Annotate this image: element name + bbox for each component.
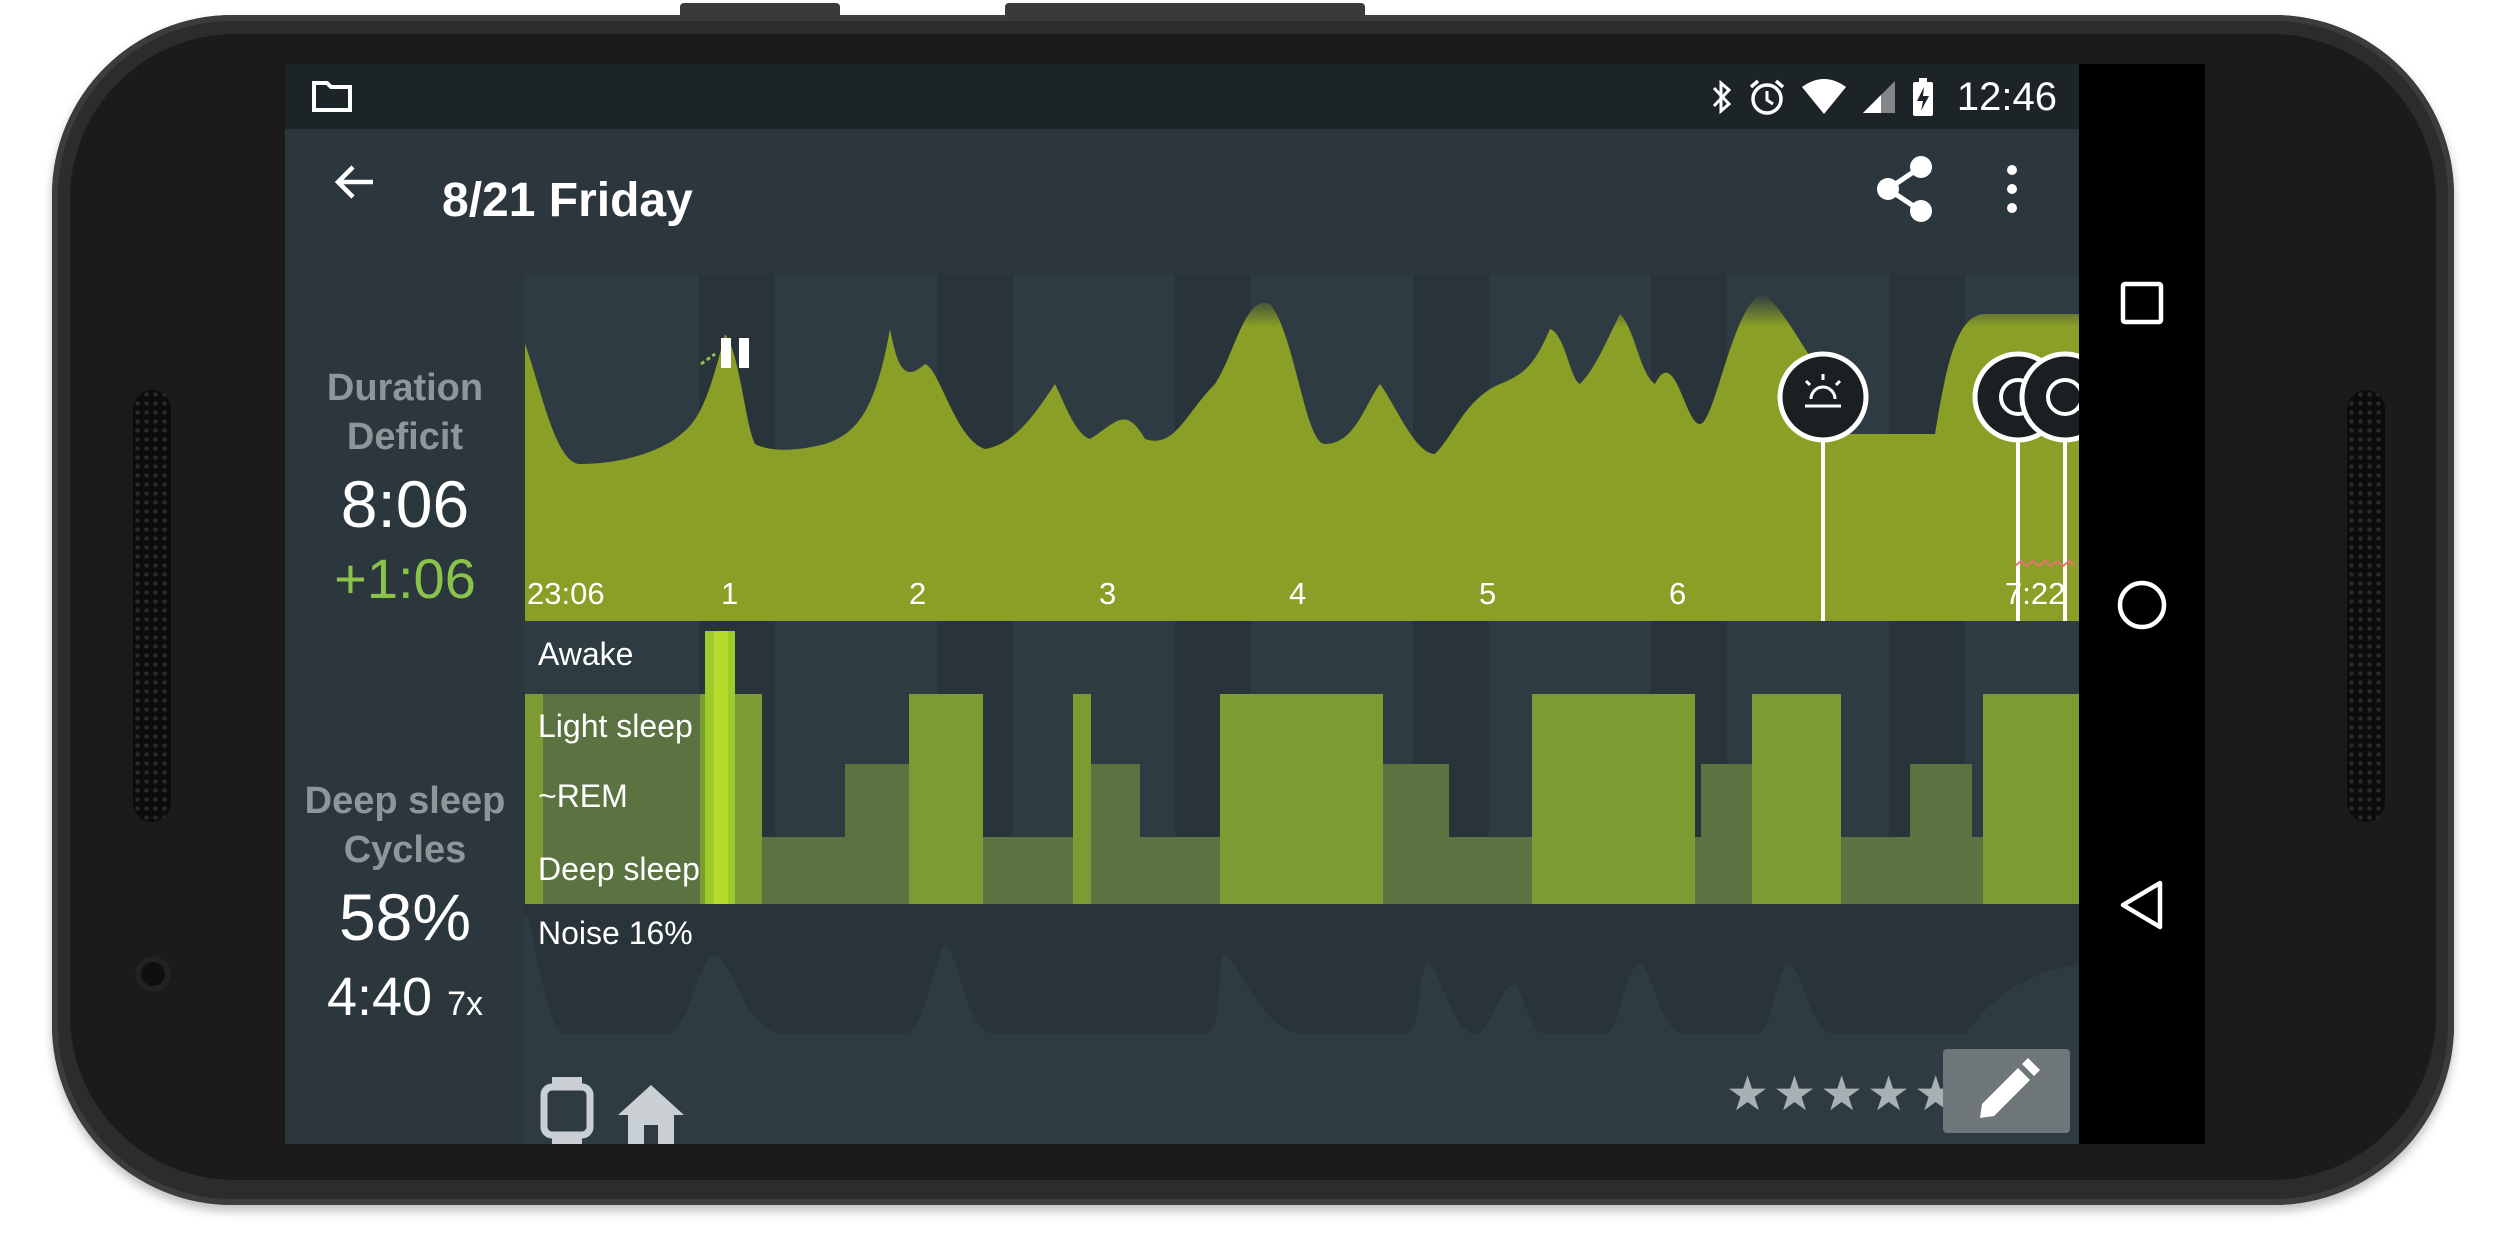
star-1[interactable]: ★ — [1726, 1071, 1769, 1119]
home-circle-icon — [2117, 580, 2167, 630]
bluetooth-icon — [1712, 79, 1732, 115]
hour-tick: 4 — [1289, 576, 1306, 611]
deep-sleep-time: 4:40 7x — [285, 966, 525, 1028]
recents-icon — [2120, 281, 2164, 325]
battery-charging-icon — [1912, 78, 1933, 116]
home-button[interactable] — [2079, 545, 2205, 665]
page-title: 8/21 Friday — [442, 174, 693, 227]
star-2[interactable]: ★ — [1773, 1071, 1816, 1119]
star-4[interactable]: ★ — [1867, 1071, 1910, 1119]
hour-tick: 5 — [1479, 576, 1496, 611]
wifi-icon — [1801, 79, 1846, 114]
cycles-label: Cycles — [343, 829, 467, 871]
tag-icons — [540, 1067, 686, 1144]
back-button[interactable] — [2079, 845, 2205, 965]
duration-label: Duration — [326, 367, 484, 409]
clock: 12:46 — [1956, 74, 2057, 119]
signal-icon — [1862, 81, 1895, 113]
share-icon[interactable] — [1870, 152, 1940, 226]
hour-tick: 3 — [1099, 576, 1116, 611]
rating-stars[interactable]: ★ ★ ★ ★ ★ — [1726, 1071, 1957, 1119]
stage-label-light: Light sleep — [538, 708, 693, 744]
deep-sleep-duration: 4:40 — [326, 967, 433, 1027]
start-time-label: 23:06 — [527, 576, 605, 611]
deep-sleep-percent: 58% — [338, 880, 472, 954]
sleep-graph-svg: 23:06 1 2 3 4 5 6 7:22 — [525, 274, 2079, 1034]
noise-label: Noise 16% — [538, 915, 693, 951]
folder-icon — [312, 81, 352, 112]
front-camera — [135, 956, 171, 992]
star-3[interactable]: ★ — [1820, 1071, 1863, 1119]
power-button — [1005, 3, 1365, 19]
noise-graph — [525, 904, 2079, 1034]
edit-pencil-icon — [1979, 1058, 2040, 1118]
watch-icon[interactable] — [540, 1075, 594, 1144]
sleep-graph[interactable]: 23:06 1 2 3 4 5 6 7:22 Awake Light sleep… — [525, 274, 2079, 1144]
summary-panel: Duration Deficit 8:06 +1:06 Deep sleep C… — [285, 274, 525, 1144]
deficit-value: +1:06 — [334, 547, 476, 610]
edit-button[interactable] — [1943, 1049, 2070, 1133]
back-triangle-icon — [2120, 880, 2163, 930]
recents-button[interactable] — [2079, 243, 2205, 363]
awake-highlight — [714, 631, 728, 904]
back-arrow-icon[interactable] — [325, 152, 385, 212]
stage-label-rem: ~REM — [538, 778, 628, 814]
home-icon[interactable] — [616, 1083, 686, 1144]
left-speaker — [133, 390, 171, 822]
hour-tick: 6 — [1669, 576, 1686, 611]
more-vert-icon[interactable] — [1997, 154, 2027, 224]
alarm-icon — [1749, 79, 1785, 115]
deep-sleep-label: Deep sleep — [304, 780, 506, 822]
screen: 12:46 8/21 Friday Duration Deficit 8:06 … — [285, 64, 2205, 1144]
right-speaker — [2347, 390, 2385, 822]
volume-button — [680, 3, 840, 19]
status-bar: 12:46 — [285, 64, 2079, 129]
hour-tick: 1 — [721, 576, 738, 611]
duration-value: 8:06 — [340, 467, 470, 541]
hour-tick: 2 — [909, 576, 926, 611]
end-time-label: 7:22 — [2005, 576, 2065, 611]
status-icons: 12:46 — [1711, 72, 2057, 122]
navigation-bar — [2079, 64, 2205, 1144]
stage-label-deep: Deep sleep — [538, 851, 700, 887]
cycles-count: 7x — [447, 985, 484, 1023]
stage-label-awake: Awake — [538, 636, 634, 672]
deficit-label: Deficit — [346, 416, 464, 458]
